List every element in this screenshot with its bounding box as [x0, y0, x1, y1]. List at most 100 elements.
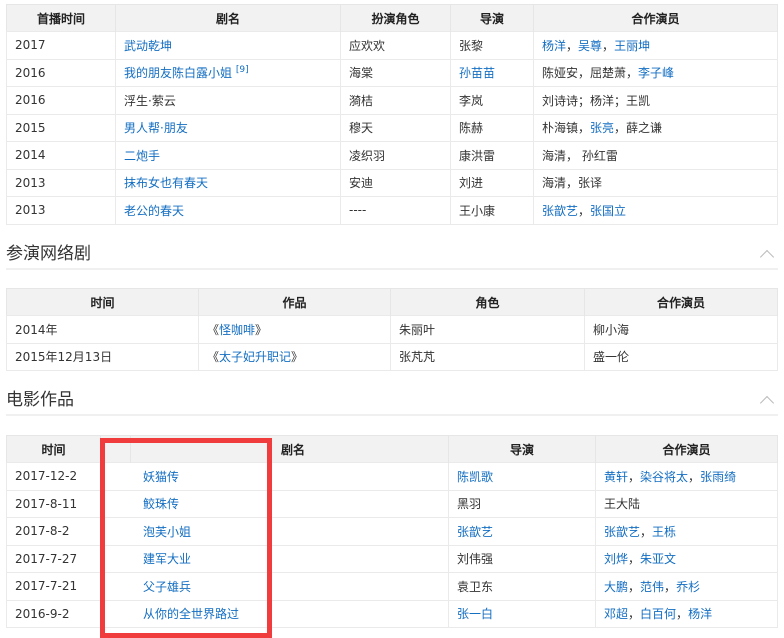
costars-cell: 朴海镇，张亮，薛之谦	[533, 113, 778, 142]
costar-text: ，	[688, 469, 701, 484]
column-header: 时间	[6, 288, 199, 316]
director-name[interactable]: 孙苗苗	[459, 66, 495, 80]
table-header-row: 首播时间 剧名 扮演角色 导演 合作演员	[6, 4, 778, 32]
costar-text: 海清，张译	[542, 176, 603, 191]
table-row: 2015 男人帮·朋友 穆天 陈赫 朴海镇，张亮，薛之谦	[6, 113, 778, 142]
costar-text: ，	[628, 579, 641, 594]
table-row: 2013 抹布女也有春天 安迪 刘进 海清，张译	[6, 168, 778, 197]
costar-link[interactable]: 邓超	[604, 607, 628, 621]
director-cell: 王小康	[450, 196, 534, 225]
costar-link[interactable]: 王栎	[652, 525, 676, 539]
table-row: 2017-7-21 父子雄兵 袁卫东 大鹏，范伟，乔杉	[6, 572, 778, 601]
costar-text: ，薛之谦	[614, 121, 663, 136]
bracket-close: 》	[291, 350, 304, 365]
role-cell: 朱丽叶	[390, 315, 585, 344]
costar-link[interactable]: 杨洋	[688, 607, 712, 621]
film-title-link[interactable]: 从你的全世界路过	[143, 607, 239, 621]
citation-link[interactable]: [9]	[236, 65, 249, 75]
costar-text: ，	[628, 552, 641, 567]
time-cell: 2017-7-21	[6, 572, 101, 601]
table-row: 2016-9-2 从你的全世界路过 张一白 邓超，白百何，杨洋	[6, 599, 778, 628]
costar-link[interactable]: 白百何	[640, 607, 676, 621]
costars-cell: 邓超，白百何，杨洋	[595, 599, 778, 628]
table-row: 2016 浮生·萦云 漪桔 李岚 刘诗诗；杨洋；王凯	[6, 86, 778, 115]
role-cell: 漪桔	[340, 86, 451, 115]
title-link[interactable]: 我的朋友陈白露小姐	[124, 66, 232, 80]
role-cell: 应欢欢	[340, 31, 451, 60]
table-row: 2017 武动乾坤 应欢欢 张黎 杨洋，吴尊，王丽坤	[6, 31, 778, 60]
film-title-link[interactable]: 建军大业	[143, 552, 191, 566]
costar-link[interactable]: 黄轩	[604, 470, 628, 484]
table-row: 2017-8-2 泡芙小姐 张歆艺 张歆艺，王栎	[6, 517, 778, 546]
costar-link[interactable]: 王丽坤	[614, 39, 650, 53]
costar-link[interactable]: 染谷将太	[640, 470, 688, 484]
film-title-link[interactable]: 妖猫传	[143, 470, 179, 484]
costar-text: ，	[628, 607, 641, 622]
costar-link[interactable]: 吴尊	[578, 39, 602, 53]
work-link[interactable]: 怪咖啡	[219, 323, 255, 337]
column-header: 剧名	[130, 435, 449, 463]
time-cell: 2017-8-2	[6, 517, 101, 546]
role-cell: 安迪	[340, 168, 451, 197]
table-row: 2017-8-11 鲛珠传 黑羽 王大陆	[6, 489, 778, 518]
title-link[interactable]: 男人帮·朋友	[124, 121, 188, 135]
role-cell: 凌织羽	[340, 141, 451, 170]
costar-link[interactable]: 朱亚文	[640, 552, 676, 566]
costar-text: 朴海镇，	[542, 121, 591, 136]
costar-link[interactable]: 杨洋	[542, 39, 566, 53]
role-cell: ----	[340, 196, 451, 225]
costars-cell: 大鹏，范伟，乔杉	[595, 572, 778, 601]
column-header: 首播时间	[6, 4, 116, 32]
column-header: 合作演员	[584, 288, 778, 316]
title-cell: 泡芙小姐	[100, 517, 449, 546]
director-name: 李岚	[459, 93, 484, 108]
title-link[interactable]: 老公的春天	[124, 204, 184, 218]
costar-link[interactable]: 张歆艺	[542, 204, 578, 218]
time-cell: 2015年12月13日	[6, 342, 199, 371]
empty-header-cell	[100, 435, 131, 463]
costar-link[interactable]: 张歆艺	[604, 525, 640, 539]
director-cell: 黑羽	[448, 489, 596, 518]
director-cell: 李岚	[450, 86, 534, 115]
title-cell: 武动乾坤	[115, 31, 341, 60]
costar-link[interactable]: 大鹏	[604, 580, 628, 594]
costars-cell: 陈娅安，屈楚萧，李子峰	[533, 58, 778, 87]
work-link[interactable]: 太子妃升职记	[219, 350, 291, 364]
web-drama-table: 时间 作品 角色 合作演员 2014年 《怪咖啡》 朱丽叶 柳小海 2015年12月13…	[6, 288, 778, 371]
title-link[interactable]: 二炮手	[124, 149, 160, 163]
director-name[interactable]: 陈凯歌	[457, 470, 493, 484]
costar-link[interactable]: 范伟	[640, 580, 664, 594]
table-row: 2016 我的朋友陈白露小姐 [9] 海棠 孙苗苗 陈娅安，屈楚萧，李子峰	[6, 58, 778, 87]
film-title-link[interactable]: 父子雄兵	[143, 580, 191, 594]
film-title-link[interactable]: 鲛珠传	[143, 497, 179, 511]
section-header-films[interactable]: 电影作品	[6, 386, 778, 416]
costar-text: ，	[566, 38, 579, 53]
costar-link[interactable]: 张亮	[590, 121, 614, 135]
costars-cell: 张歆艺，王栎	[595, 517, 778, 546]
director-cell: 康洪雷	[450, 141, 534, 170]
costar-link[interactable]: 张雨绮	[700, 470, 736, 484]
bracket-close: 》	[255, 322, 268, 337]
section-header-web-drama[interactable]: 参演网络剧	[6, 240, 778, 270]
time-cell: 2016-9-2	[6, 599, 101, 628]
costar-link[interactable]: 乔杉	[676, 580, 700, 594]
costars-cell: 王大陆	[595, 489, 778, 518]
film-title-link[interactable]: 泡芙小姐	[143, 525, 191, 539]
costar-link[interactable]: 刘烨	[604, 552, 628, 566]
costar-text: 王大陆	[604, 497, 641, 512]
costar-text: ，	[664, 579, 677, 594]
director-name[interactable]: 张一白	[457, 607, 493, 621]
costar-link[interactable]: 张国立	[590, 204, 626, 218]
film-table: 时间 剧名 导演 合作演员 2017-12-2 妖猫传 陈凯歌 黄轩，染谷将太，张雨绮…	[6, 435, 778, 628]
title-cell: 男人帮·朋友	[115, 113, 341, 142]
title-link[interactable]: 抹布女也有春天	[124, 176, 208, 190]
table-row: 2014 二炮手 凌织羽 康洪雷 海清， 孙红雷	[6, 141, 778, 170]
director-name[interactable]: 张歆艺	[457, 525, 493, 539]
costar-link[interactable]: 李子峰	[638, 66, 674, 80]
costar-cell: 柳小海	[584, 315, 778, 344]
year-cell: 2016	[6, 58, 116, 87]
column-header: 合作演员	[595, 435, 778, 463]
title-cell: 抹布女也有春天	[115, 168, 341, 197]
title-link[interactable]: 武动乾坤	[124, 39, 172, 53]
director-name: 刘伟强	[457, 552, 494, 567]
